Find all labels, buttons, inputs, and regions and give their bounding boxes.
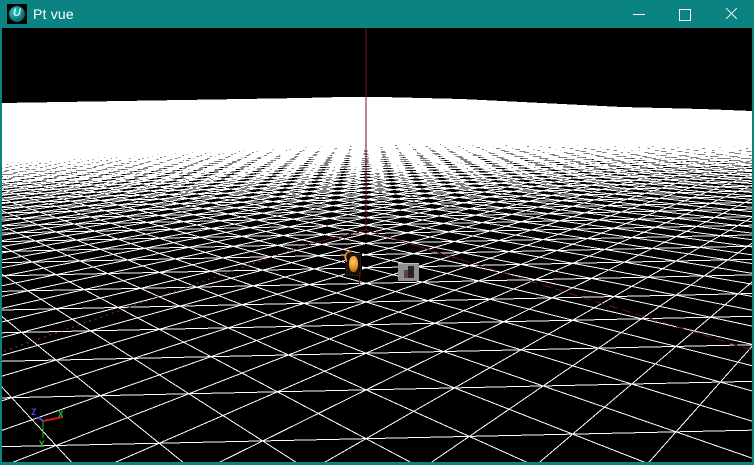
minimize-button[interactable] xyxy=(616,0,662,28)
wireframe-grid-scene xyxy=(2,28,752,462)
red-dot xyxy=(406,271,408,274)
orientation-gizmo xyxy=(37,416,64,438)
orange-object-sprite[interactable] xyxy=(342,250,363,285)
grid-line xyxy=(2,344,752,362)
gizmo-z-axis xyxy=(37,416,44,422)
close-button[interactable] xyxy=(708,0,754,28)
axis-right-solid xyxy=(365,229,463,261)
gizmo-z-label: Z xyxy=(31,408,37,418)
app-window: U Pt vue X Y Z xyxy=(0,0,754,465)
grid-line xyxy=(2,258,752,277)
gizmo-y-label: Y xyxy=(39,440,45,450)
maximize-button[interactable] xyxy=(662,0,708,28)
orange-object-stick xyxy=(359,272,360,285)
minimize-icon xyxy=(633,14,645,15)
viewport-3d[interactable]: X Y Z xyxy=(2,28,752,462)
grid-line xyxy=(2,380,752,399)
gray-box-sprite[interactable] xyxy=(398,263,419,281)
maximize-icon xyxy=(679,9,691,21)
title-bar[interactable]: U Pt vue xyxy=(0,0,754,28)
window-title: Pt vue xyxy=(33,6,74,22)
gizmo-x-label: X xyxy=(58,410,64,420)
app-icon[interactable]: U xyxy=(7,4,27,24)
app-logo-icon: U xyxy=(9,6,25,22)
app-logo-letter: U xyxy=(13,6,21,19)
